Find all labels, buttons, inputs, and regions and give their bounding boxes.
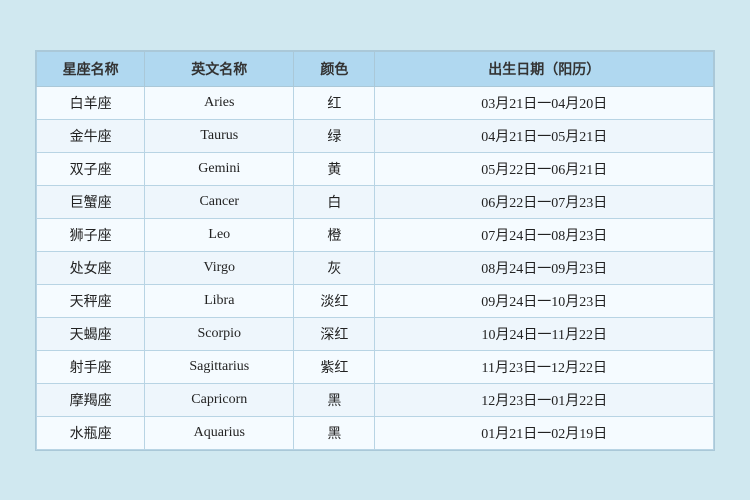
zodiac-table: 星座名称 英文名称 颜色 出生日期（阳历） 白羊座Aries红03月21日一04… bbox=[36, 51, 714, 450]
cell-english: Scorpio bbox=[145, 317, 294, 350]
cell-date: 09月24日一10月23日 bbox=[375, 284, 714, 317]
cell-chinese: 狮子座 bbox=[37, 218, 145, 251]
header-chinese: 星座名称 bbox=[37, 51, 145, 86]
zodiac-table-container: 星座名称 英文名称 颜色 出生日期（阳历） 白羊座Aries红03月21日一04… bbox=[35, 50, 715, 451]
cell-date: 04月21日一05月21日 bbox=[375, 119, 714, 152]
table-row: 处女座Virgo灰08月24日一09月23日 bbox=[37, 251, 714, 284]
cell-english: Sagittarius bbox=[145, 350, 294, 383]
cell-date: 10月24日一11月22日 bbox=[375, 317, 714, 350]
cell-english: Aries bbox=[145, 86, 294, 119]
cell-english: Aquarius bbox=[145, 416, 294, 449]
cell-chinese: 处女座 bbox=[37, 251, 145, 284]
cell-color: 黄 bbox=[294, 152, 375, 185]
cell-chinese: 白羊座 bbox=[37, 86, 145, 119]
cell-color: 灰 bbox=[294, 251, 375, 284]
cell-color: 淡红 bbox=[294, 284, 375, 317]
table-row: 巨蟹座Cancer白06月22日一07月23日 bbox=[37, 185, 714, 218]
cell-color: 红 bbox=[294, 86, 375, 119]
cell-date: 03月21日一04月20日 bbox=[375, 86, 714, 119]
cell-chinese: 射手座 bbox=[37, 350, 145, 383]
cell-chinese: 天秤座 bbox=[37, 284, 145, 317]
cell-chinese: 天蝎座 bbox=[37, 317, 145, 350]
table-row: 天秤座Libra淡红09月24日一10月23日 bbox=[37, 284, 714, 317]
cell-english: Capricorn bbox=[145, 383, 294, 416]
cell-chinese: 水瓶座 bbox=[37, 416, 145, 449]
cell-color: 紫红 bbox=[294, 350, 375, 383]
table-row: 金牛座Taurus绿04月21日一05月21日 bbox=[37, 119, 714, 152]
cell-english: Gemini bbox=[145, 152, 294, 185]
cell-chinese: 巨蟹座 bbox=[37, 185, 145, 218]
cell-date: 12月23日一01月22日 bbox=[375, 383, 714, 416]
cell-english: Libra bbox=[145, 284, 294, 317]
cell-color: 橙 bbox=[294, 218, 375, 251]
cell-color: 黑 bbox=[294, 383, 375, 416]
cell-english: Taurus bbox=[145, 119, 294, 152]
cell-chinese: 金牛座 bbox=[37, 119, 145, 152]
cell-english: Cancer bbox=[145, 185, 294, 218]
table-row: 天蝎座Scorpio深红10月24日一11月22日 bbox=[37, 317, 714, 350]
header-english: 英文名称 bbox=[145, 51, 294, 86]
cell-color: 白 bbox=[294, 185, 375, 218]
table-body: 白羊座Aries红03月21日一04月20日金牛座Taurus绿04月21日一0… bbox=[37, 86, 714, 449]
header-color: 颜色 bbox=[294, 51, 375, 86]
table-row: 水瓶座Aquarius黑01月21日一02月19日 bbox=[37, 416, 714, 449]
cell-date: 05月22日一06月21日 bbox=[375, 152, 714, 185]
table-row: 双子座Gemini黄05月22日一06月21日 bbox=[37, 152, 714, 185]
cell-color: 深红 bbox=[294, 317, 375, 350]
table-header-row: 星座名称 英文名称 颜色 出生日期（阳历） bbox=[37, 51, 714, 86]
cell-date: 07月24日一08月23日 bbox=[375, 218, 714, 251]
cell-date: 11月23日一12月22日 bbox=[375, 350, 714, 383]
cell-chinese: 双子座 bbox=[37, 152, 145, 185]
cell-color: 黑 bbox=[294, 416, 375, 449]
table-row: 白羊座Aries红03月21日一04月20日 bbox=[37, 86, 714, 119]
cell-english: Leo bbox=[145, 218, 294, 251]
cell-chinese: 摩羯座 bbox=[37, 383, 145, 416]
cell-date: 06月22日一07月23日 bbox=[375, 185, 714, 218]
cell-color: 绿 bbox=[294, 119, 375, 152]
cell-date: 01月21日一02月19日 bbox=[375, 416, 714, 449]
table-row: 射手座Sagittarius紫红11月23日一12月22日 bbox=[37, 350, 714, 383]
header-date: 出生日期（阳历） bbox=[375, 51, 714, 86]
table-row: 摩羯座Capricorn黑12月23日一01月22日 bbox=[37, 383, 714, 416]
table-row: 狮子座Leo橙07月24日一08月23日 bbox=[37, 218, 714, 251]
cell-date: 08月24日一09月23日 bbox=[375, 251, 714, 284]
cell-english: Virgo bbox=[145, 251, 294, 284]
